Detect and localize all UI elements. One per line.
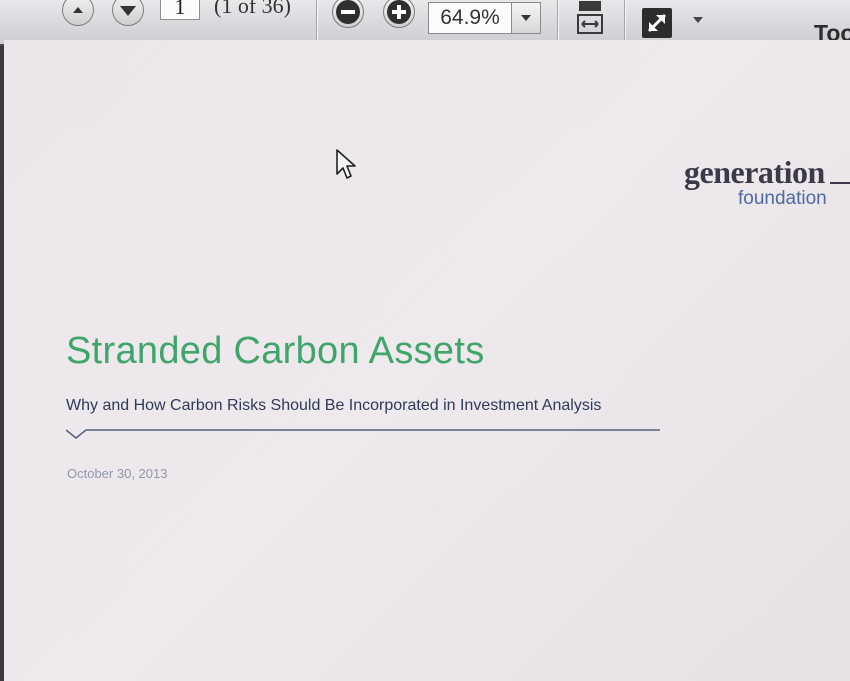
expand-icon — [642, 8, 672, 38]
zoom-in-icon — [387, 0, 411, 24]
zoom-level-input[interactable]: 64.9% — [428, 2, 512, 34]
zoom-dropdown-button[interactable] — [511, 2, 541, 34]
next-page-button[interactable] — [112, 0, 144, 26]
toolbar-options-dropdown[interactable] — [690, 14, 706, 28]
logo-underline — [830, 182, 850, 184]
document-date: October 30, 2013 — [67, 466, 168, 481]
logo-subtitle: foundation — [738, 188, 827, 209]
chevron-down-icon — [693, 17, 703, 23]
full-screen-button[interactable] — [640, 6, 674, 40]
toolbar-divider — [316, 0, 317, 40]
page-count-label: (1 of 36) — [214, 0, 291, 18]
document-subtitle: Why and How Carbon Risks Should Be Incor… — [66, 397, 602, 414]
zoom-out-icon — [336, 0, 360, 24]
fit-page-icon — [577, 1, 603, 34]
page-down-icon — [120, 6, 136, 16]
document-title: Stranded Carbon Assets — [66, 330, 485, 372]
cursor-icon — [336, 149, 356, 179]
zoom-out-button[interactable] — [332, 0, 364, 28]
zoom-in-button[interactable] — [383, 0, 415, 28]
chevron-down-icon — [521, 15, 531, 21]
page-up-icon — [73, 7, 83, 13]
previous-page-button[interactable] — [62, 0, 94, 26]
toolbar-divider — [557, 0, 558, 40]
toolbar-divider — [624, 0, 625, 40]
title-rule — [66, 429, 660, 439]
logo-wordmark: generation — [684, 154, 825, 190]
pdf-page: generation foundation Stranded Carbon As… — [4, 40, 850, 681]
page-number-input[interactable]: 1 — [160, 0, 200, 20]
fit-page-button[interactable] — [574, 0, 606, 38]
